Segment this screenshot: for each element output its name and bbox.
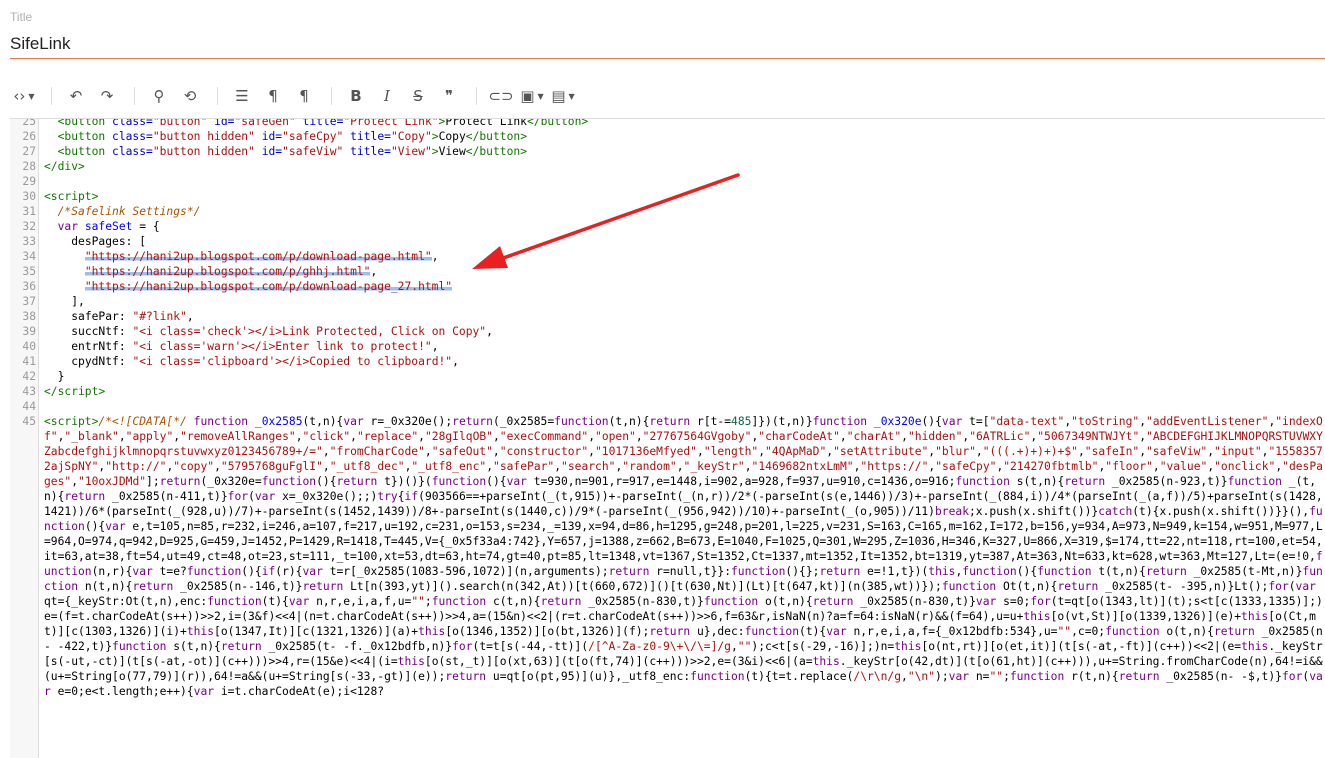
- line-number: 32: [22, 220, 36, 233]
- line-number: 34: [22, 250, 36, 263]
- image-button[interactable]: ▣ ▼: [518, 81, 546, 111]
- line-number: 27: [22, 145, 36, 158]
- code-line[interactable]: 25 <button class="button" id="safeGen" t…: [10, 118, 1325, 129]
- toolbar-separator: [51, 87, 52, 105]
- code-text[interactable]: succNtf: "<i class='check'></i>Link Prot…: [38, 324, 1325, 339]
- line-number: 30: [22, 190, 36, 203]
- ltr-button[interactable]: ¶: [259, 81, 287, 111]
- search-button[interactable]: ⚲: [145, 81, 173, 111]
- image-icon: ▣: [520, 87, 535, 105]
- undo-button[interactable]: ↶: [62, 81, 90, 111]
- code-text[interactable]: </script>: [38, 384, 1325, 399]
- code-view-icon: ‹›: [13, 87, 26, 105]
- code-line[interactable]: 27 <button class="button hidden" id="saf…: [10, 144, 1325, 159]
- code-line[interactable]: 41 cpydNtf: "<i class='clipboard'></i>Co…: [10, 354, 1325, 369]
- chevron-down-icon: ▼: [568, 91, 575, 101]
- rtl-button[interactable]: ¶: [290, 81, 318, 111]
- ltr-icon: ¶: [268, 87, 278, 105]
- toolbar-separator: [476, 87, 477, 105]
- chevron-down-icon: ▼: [537, 91, 544, 101]
- rtl-icon: ¶: [299, 87, 309, 105]
- video-icon: ▤: [551, 87, 566, 105]
- align-button[interactable]: ☰: [228, 81, 256, 111]
- line-number: 42: [22, 370, 36, 383]
- undo-icon: ↶: [69, 87, 83, 105]
- find-replace-icon: ⟲: [183, 87, 197, 105]
- title-label: Title: [10, 10, 33, 24]
- line-number: 36: [22, 280, 36, 293]
- chevron-down-icon: ▼: [28, 91, 35, 101]
- line-number: 45: [22, 415, 36, 428]
- align-icon: ☰: [235, 87, 249, 105]
- code-line[interactable]: 40 entrNtf: "<i class='warn'></i>Enter l…: [10, 339, 1325, 354]
- italic-icon: I: [384, 87, 390, 105]
- line-number: 25: [22, 118, 36, 128]
- code-line[interactable]: 43 </script>: [10, 384, 1325, 399]
- line-number: 29: [22, 175, 36, 188]
- redo-button[interactable]: ↷: [93, 81, 121, 111]
- quote-button[interactable]: ❞: [435, 81, 463, 111]
- code-text[interactable]: <button class="button hidden" id="safeCp…: [38, 129, 1325, 144]
- line-number: 33: [22, 235, 36, 248]
- code-line[interactable]: 38 safePar: "#?link",: [10, 309, 1325, 324]
- title-input[interactable]: SifeLink: [10, 34, 70, 54]
- title-underline: [10, 58, 1325, 59]
- line-number: 35: [22, 265, 36, 278]
- code-text[interactable]: ],: [38, 294, 1325, 309]
- line-number: 28: [22, 160, 36, 173]
- link-icon: ⊂⊃: [488, 87, 514, 105]
- line-number: 43: [22, 385, 36, 398]
- line-number: 37: [22, 295, 36, 308]
- link-button[interactable]: ⊂⊃: [487, 81, 515, 111]
- strikethrough-icon: S: [413, 87, 423, 105]
- code-text[interactable]: safePar: "#?link",: [38, 309, 1325, 324]
- code-line[interactable]: 42 }: [10, 369, 1325, 384]
- code-line[interactable]: 36 "https://hani2up.blogspot.com/p/downl…: [10, 279, 1325, 294]
- code-line[interactable]: 45 <script>/*<![CDATA[*/ function _0x2585…: [10, 414, 1325, 699]
- code-text[interactable]: <button class="button hidden" id="safeVi…: [38, 144, 1325, 159]
- find-replace-button[interactable]: ⟲: [176, 81, 204, 111]
- strikethrough-button[interactable]: S: [404, 81, 432, 111]
- code-text[interactable]: "https://hani2up.blogspot.com/p/download…: [38, 279, 1325, 294]
- italic-button[interactable]: I: [373, 81, 401, 111]
- code-text[interactable]: <button class="button" id="safeGen" titl…: [38, 119, 1325, 129]
- code-line[interactable]: 26 <button class="button hidden" id="saf…: [10, 129, 1325, 144]
- redo-icon: ↷: [100, 87, 114, 105]
- bold-icon: B: [350, 87, 362, 105]
- toolbar-separator: [134, 87, 135, 105]
- code-line[interactable]: 37 ],: [10, 294, 1325, 309]
- toolbar-separator: [331, 87, 332, 105]
- line-number: 38: [22, 310, 36, 323]
- line-number: 39: [22, 325, 36, 338]
- search-icon: ⚲: [153, 87, 165, 105]
- code-view-button[interactable]: ‹› ▼: [10, 81, 38, 111]
- line-number: 26: [22, 130, 36, 143]
- code-line[interactable]: 44: [10, 399, 1325, 414]
- line-number: 44: [22, 400, 36, 413]
- code-text[interactable]: cpydNtf: "<i class='clipboard'></i>Copie…: [38, 354, 1325, 369]
- red-arrow-annotation: [472, 173, 740, 269]
- toolbar-separator: [217, 87, 218, 105]
- line-number: 31: [22, 205, 36, 218]
- bold-button[interactable]: B: [342, 81, 370, 111]
- code-text[interactable]: entrNtf: "<i class='warn'></i>Enter link…: [38, 339, 1325, 354]
- code-text[interactable]: }: [38, 369, 1325, 384]
- code-line[interactable]: 39 succNtf: "<i class='check'></i>Link P…: [10, 324, 1325, 339]
- line-number: 41: [22, 355, 36, 368]
- video-button[interactable]: ▤ ▼: [549, 81, 577, 111]
- line-number: 40: [22, 340, 36, 353]
- editor-toolbar: ‹› ▼ ↶ ↷ ⚲ ⟲ ☰ ¶ ¶ B I S ❞ ⊂⊃ ▣ ▼ ▤ ▼: [10, 80, 1325, 112]
- quote-icon: ❞: [444, 87, 454, 105]
- code-text[interactable]: <script>/*<![CDATA[*/ function _0x2585(t…: [38, 414, 1325, 699]
- code-text[interactable]: [38, 399, 1325, 414]
